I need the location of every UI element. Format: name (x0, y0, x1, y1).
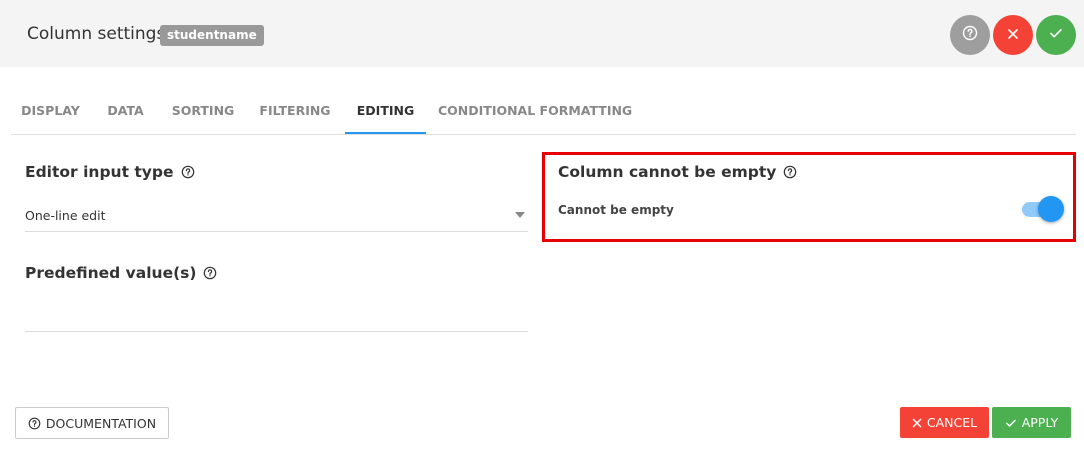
cancel-label: CANCEL (926, 415, 978, 430)
question-circle-icon (962, 25, 978, 45)
cannot-be-empty-label: Cannot be empty (558, 203, 674, 217)
predefined-values-title: Predefined value(s) (25, 264, 197, 282)
predefined-values-input[interactable] (25, 300, 528, 332)
column-cannot-be-empty-heading: Column cannot be empty (558, 163, 797, 181)
dialog-title: Column settings: (27, 24, 172, 44)
documentation-button[interactable]: DOCUMENTATION (15, 407, 169, 439)
editor-input-type-heading: Editor input type (25, 163, 195, 181)
tab-sorting[interactable]: SORTING (163, 90, 243, 134)
question-circle-icon[interactable] (783, 165, 797, 179)
question-circle-icon (28, 417, 41, 430)
editor-input-type-select[interactable]: One-line edit (25, 202, 528, 232)
editor-input-type-title: Editor input type (25, 163, 174, 181)
tab-editing[interactable]: EDITING (345, 90, 426, 134)
settings-tabs: DISPLAY DATA SORTING FILTERING EDITING C… (11, 90, 1076, 135)
tab-data[interactable]: DATA (98, 90, 153, 134)
tab-filtering[interactable]: FILTERING (255, 90, 335, 134)
tab-conditional-formatting[interactable]: CONDITIONAL FORMATTING (438, 90, 632, 134)
caret-down-icon (515, 212, 525, 218)
question-circle-icon[interactable] (203, 266, 217, 280)
column-name-badge: studentname (160, 25, 264, 46)
predefined-values-heading: Predefined value(s) (25, 264, 217, 282)
check-icon (1048, 25, 1064, 45)
help-button[interactable] (950, 15, 990, 55)
cannot-be-empty-toggle[interactable] (1020, 195, 1066, 223)
confirm-button[interactable] (1036, 15, 1076, 55)
documentation-label: DOCUMENTATION (45, 415, 157, 431)
apply-label: APPLY (1021, 415, 1059, 430)
close-icon (912, 418, 922, 428)
close-button[interactable] (993, 15, 1033, 55)
tab-display[interactable]: DISPLAY (11, 90, 90, 134)
dialog-header: Column settings: studentname (0, 0, 1084, 67)
apply-button[interactable]: APPLY (992, 407, 1071, 438)
cancel-button[interactable]: CANCEL (900, 407, 989, 438)
question-circle-icon[interactable] (181, 165, 195, 179)
toggle-thumb (1038, 196, 1064, 222)
select-value: One-line edit (25, 208, 106, 223)
check-icon (1005, 417, 1017, 429)
column-cannot-be-empty-title: Column cannot be empty (558, 163, 777, 181)
close-icon (1006, 26, 1020, 45)
